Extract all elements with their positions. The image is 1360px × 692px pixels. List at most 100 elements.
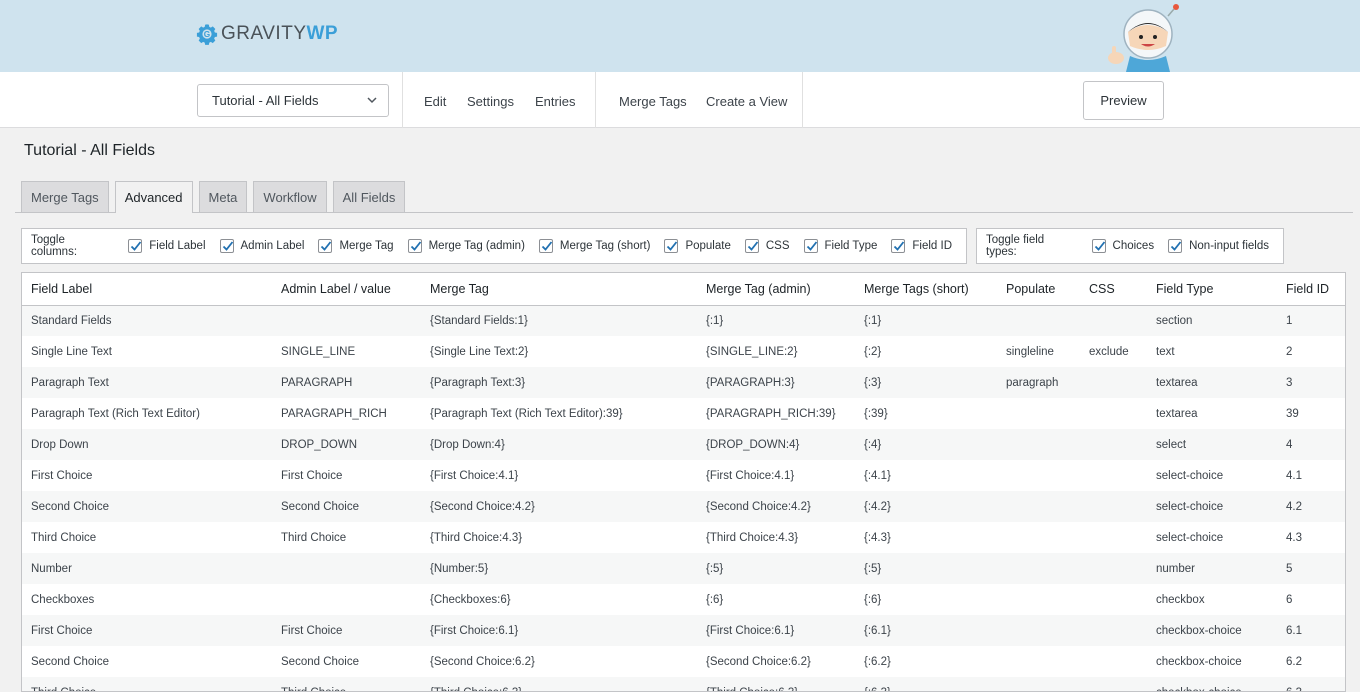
cell-field-label: First Choice — [22, 615, 272, 646]
cell-populate — [997, 584, 1080, 615]
cell-merge-tags-short: {:6.1} — [855, 615, 997, 646]
cell-field-label: First Choice — [22, 460, 272, 491]
table-header-row: Field Label Admin Label / value Merge Tag M… — [22, 273, 1345, 306]
table-row: Paragraph Text PARAGRAPH {Paragraph Text:3… — [22, 367, 1345, 398]
nav-link-entries[interactable]: Entries — [535, 94, 575, 109]
nav-link-create-view[interactable]: Create a View — [706, 94, 787, 109]
column-header-field-type: Field Type — [1147, 273, 1277, 306]
checkmark-icon — [667, 241, 678, 251]
cell-admin-label — [272, 305, 421, 336]
toggle-label: Merge Tag — [339, 240, 394, 252]
checkbox[interactable] — [318, 239, 333, 253]
cell-merge-tag-admin: {DROP_DOWN:4} — [697, 429, 855, 460]
cell-merge-tags-short: {:39} — [855, 398, 997, 429]
cell-field-label: Paragraph Text — [22, 367, 272, 398]
checkbox[interactable] — [744, 239, 759, 253]
cell-merge-tags-short: {:5} — [855, 553, 997, 584]
cell-css — [1080, 522, 1147, 553]
cell-merge-tag: {Third Choice:6.3} — [421, 677, 697, 691]
tab-all-fields[interactable]: All Fields — [332, 181, 406, 212]
checkbox[interactable] — [538, 239, 553, 253]
checkbox[interactable] — [219, 239, 234, 253]
column-toggle-field-id[interactable]: Field ID — [891, 239, 952, 253]
checkbox[interactable] — [1168, 239, 1183, 253]
cell-populate — [997, 491, 1080, 522]
cell-merge-tags-short: {:1} — [855, 305, 997, 336]
nav-divider — [802, 72, 803, 128]
column-toggle-field-type[interactable]: Field Type — [803, 239, 877, 253]
table-row: Standard Fields {Standard Fields:1} {:1} {:… — [22, 305, 1345, 336]
cell-admin-label: PARAGRAPH — [272, 367, 421, 398]
form-switcher-dropdown[interactable]: Tutorial - All Fields — [197, 84, 389, 117]
cell-merge-tag-admin: {Second Choice:6.2} — [697, 646, 855, 677]
cell-field-type: checkbox-choice — [1147, 677, 1277, 691]
cell-field-label: Third Choice — [22, 522, 272, 553]
field-type-toggle-non-input-fields[interactable]: Non-input fields — [1168, 239, 1269, 253]
toggle-label: Field ID — [912, 240, 952, 252]
checkmark-icon — [1094, 241, 1105, 251]
cell-field-type: number — [1147, 553, 1277, 584]
cell-merge-tag-admin: {PARAGRAPH:3} — [697, 367, 855, 398]
cell-merge-tags-short: {:4.2} — [855, 491, 997, 522]
checkbox[interactable] — [1091, 239, 1106, 253]
chevron-down-icon — [367, 97, 377, 104]
column-toggle-merge-tag-admin[interactable]: Merge Tag (admin) — [407, 239, 525, 253]
cell-field-type: checkbox — [1147, 584, 1277, 615]
checkbox[interactable] — [664, 239, 679, 253]
column-header-merge-tag-admin: Merge Tag (admin) — [697, 273, 855, 306]
cell-css — [1080, 398, 1147, 429]
tab-merge-tags[interactable]: Merge Tags — [21, 181, 109, 212]
cell-field-id: 6.2 — [1277, 646, 1345, 677]
cell-admin-label: Second Choice — [272, 646, 421, 677]
cell-field-id: 6.1 — [1277, 615, 1345, 646]
tab-advanced[interactable]: Advanced — [114, 181, 193, 213]
checkmark-icon — [747, 241, 759, 251]
column-toggle-populate[interactable]: Populate — [664, 239, 731, 253]
cell-css — [1080, 553, 1147, 584]
nav-link-settings[interactable]: Settings — [467, 94, 514, 109]
cell-merge-tag-admin: {Third Choice:6.3} — [697, 677, 855, 691]
cell-field-id: 4.2 — [1277, 491, 1345, 522]
preview-button[interactable]: Preview — [1083, 81, 1164, 120]
checkbox[interactable] — [128, 239, 143, 253]
gravitywp-logo[interactable]: G GRAVITYWP — [196, 22, 338, 46]
cell-field-type: textarea — [1147, 398, 1277, 429]
cell-css — [1080, 646, 1147, 677]
cell-css — [1080, 460, 1147, 491]
column-toggle-merge-tag-short[interactable]: Merge Tag (short) — [538, 239, 650, 253]
cell-field-id: 4 — [1277, 429, 1345, 460]
field-type-toggle-choices[interactable]: Choices — [1091, 239, 1154, 253]
cell-merge-tag: {Second Choice:6.2} — [421, 646, 697, 677]
cell-field-label: Checkboxes — [22, 584, 272, 615]
tab-meta[interactable]: Meta — [198, 181, 248, 212]
toggle-label: Admin Label — [240, 240, 305, 252]
cell-merge-tag-admin: {PARAGRAPH_RICH:39} — [697, 398, 855, 429]
tab-bar: Merge Tags Advanced Meta Workflow All Fi… — [21, 181, 411, 213]
gear-logo-icon: G — [196, 24, 218, 45]
cell-merge-tag-admin: {:6} — [697, 584, 855, 615]
cell-admin-label: First Choice — [272, 460, 421, 491]
cell-merge-tag: {Single Line Text:2} — [421, 336, 697, 367]
cell-field-label: Third Choice — [22, 677, 272, 691]
column-toggle-css[interactable]: CSS — [744, 239, 790, 253]
cell-field-type: select-choice — [1147, 522, 1277, 553]
cell-populate — [997, 460, 1080, 491]
cell-populate — [997, 646, 1080, 677]
nav-link-merge-tags[interactable]: Merge Tags — [619, 94, 687, 109]
column-toggle-merge-tag[interactable]: Merge Tag — [318, 239, 394, 253]
cell-field-type: textarea — [1147, 367, 1277, 398]
checkbox[interactable] — [407, 239, 422, 253]
checkbox[interactable] — [891, 239, 906, 253]
column-toggle-admin-label[interactable]: Admin Label — [219, 239, 305, 253]
cell-merge-tags-short: {:6.3} — [855, 677, 997, 691]
cell-merge-tag: {Standard Fields:1} — [421, 305, 697, 336]
cell-admin-label: DROP_DOWN — [272, 429, 421, 460]
cell-field-label: Second Choice — [22, 646, 272, 677]
nav-link-edit[interactable]: Edit — [424, 94, 446, 109]
checkbox[interactable] — [803, 239, 818, 253]
table-row: Second Choice Second Choice {Second Choice… — [22, 646, 1345, 677]
cell-field-id: 4.3 — [1277, 522, 1345, 553]
column-toggle-field-label[interactable]: Field Label — [128, 239, 206, 253]
cell-field-label: Number — [22, 553, 272, 584]
tab-workflow[interactable]: Workflow — [253, 181, 327, 212]
